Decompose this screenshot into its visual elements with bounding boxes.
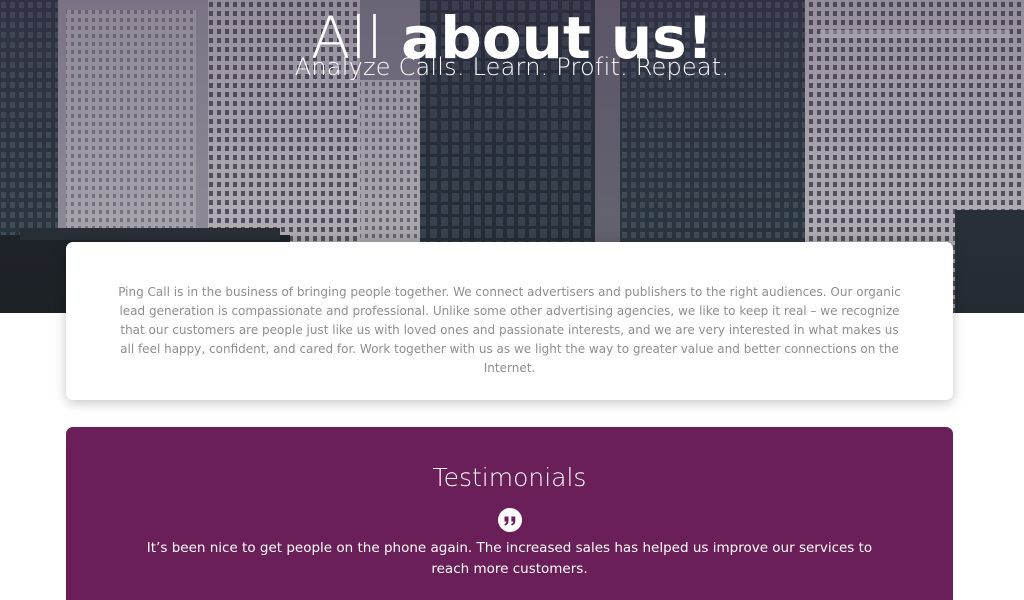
page-subtitle: Analyze Calls. Learn. Profit. Repeat. (294, 53, 730, 81)
testimonial-quote: It’s been nice to get people on the phon… (146, 540, 873, 577)
quote-icon (497, 508, 522, 532)
testimonials-heading: Testimonials (432, 463, 587, 492)
about-card: Ping Call is in the business of bringing… (66, 242, 953, 400)
about-description: Ping Call is in the business of bringing… (118, 285, 901, 375)
testimonials-section: Testimonials It’s been nice to get peopl… (66, 427, 953, 600)
about-page: All about us! Analyze Calls. Learn. Prof… (0, 0, 1024, 600)
